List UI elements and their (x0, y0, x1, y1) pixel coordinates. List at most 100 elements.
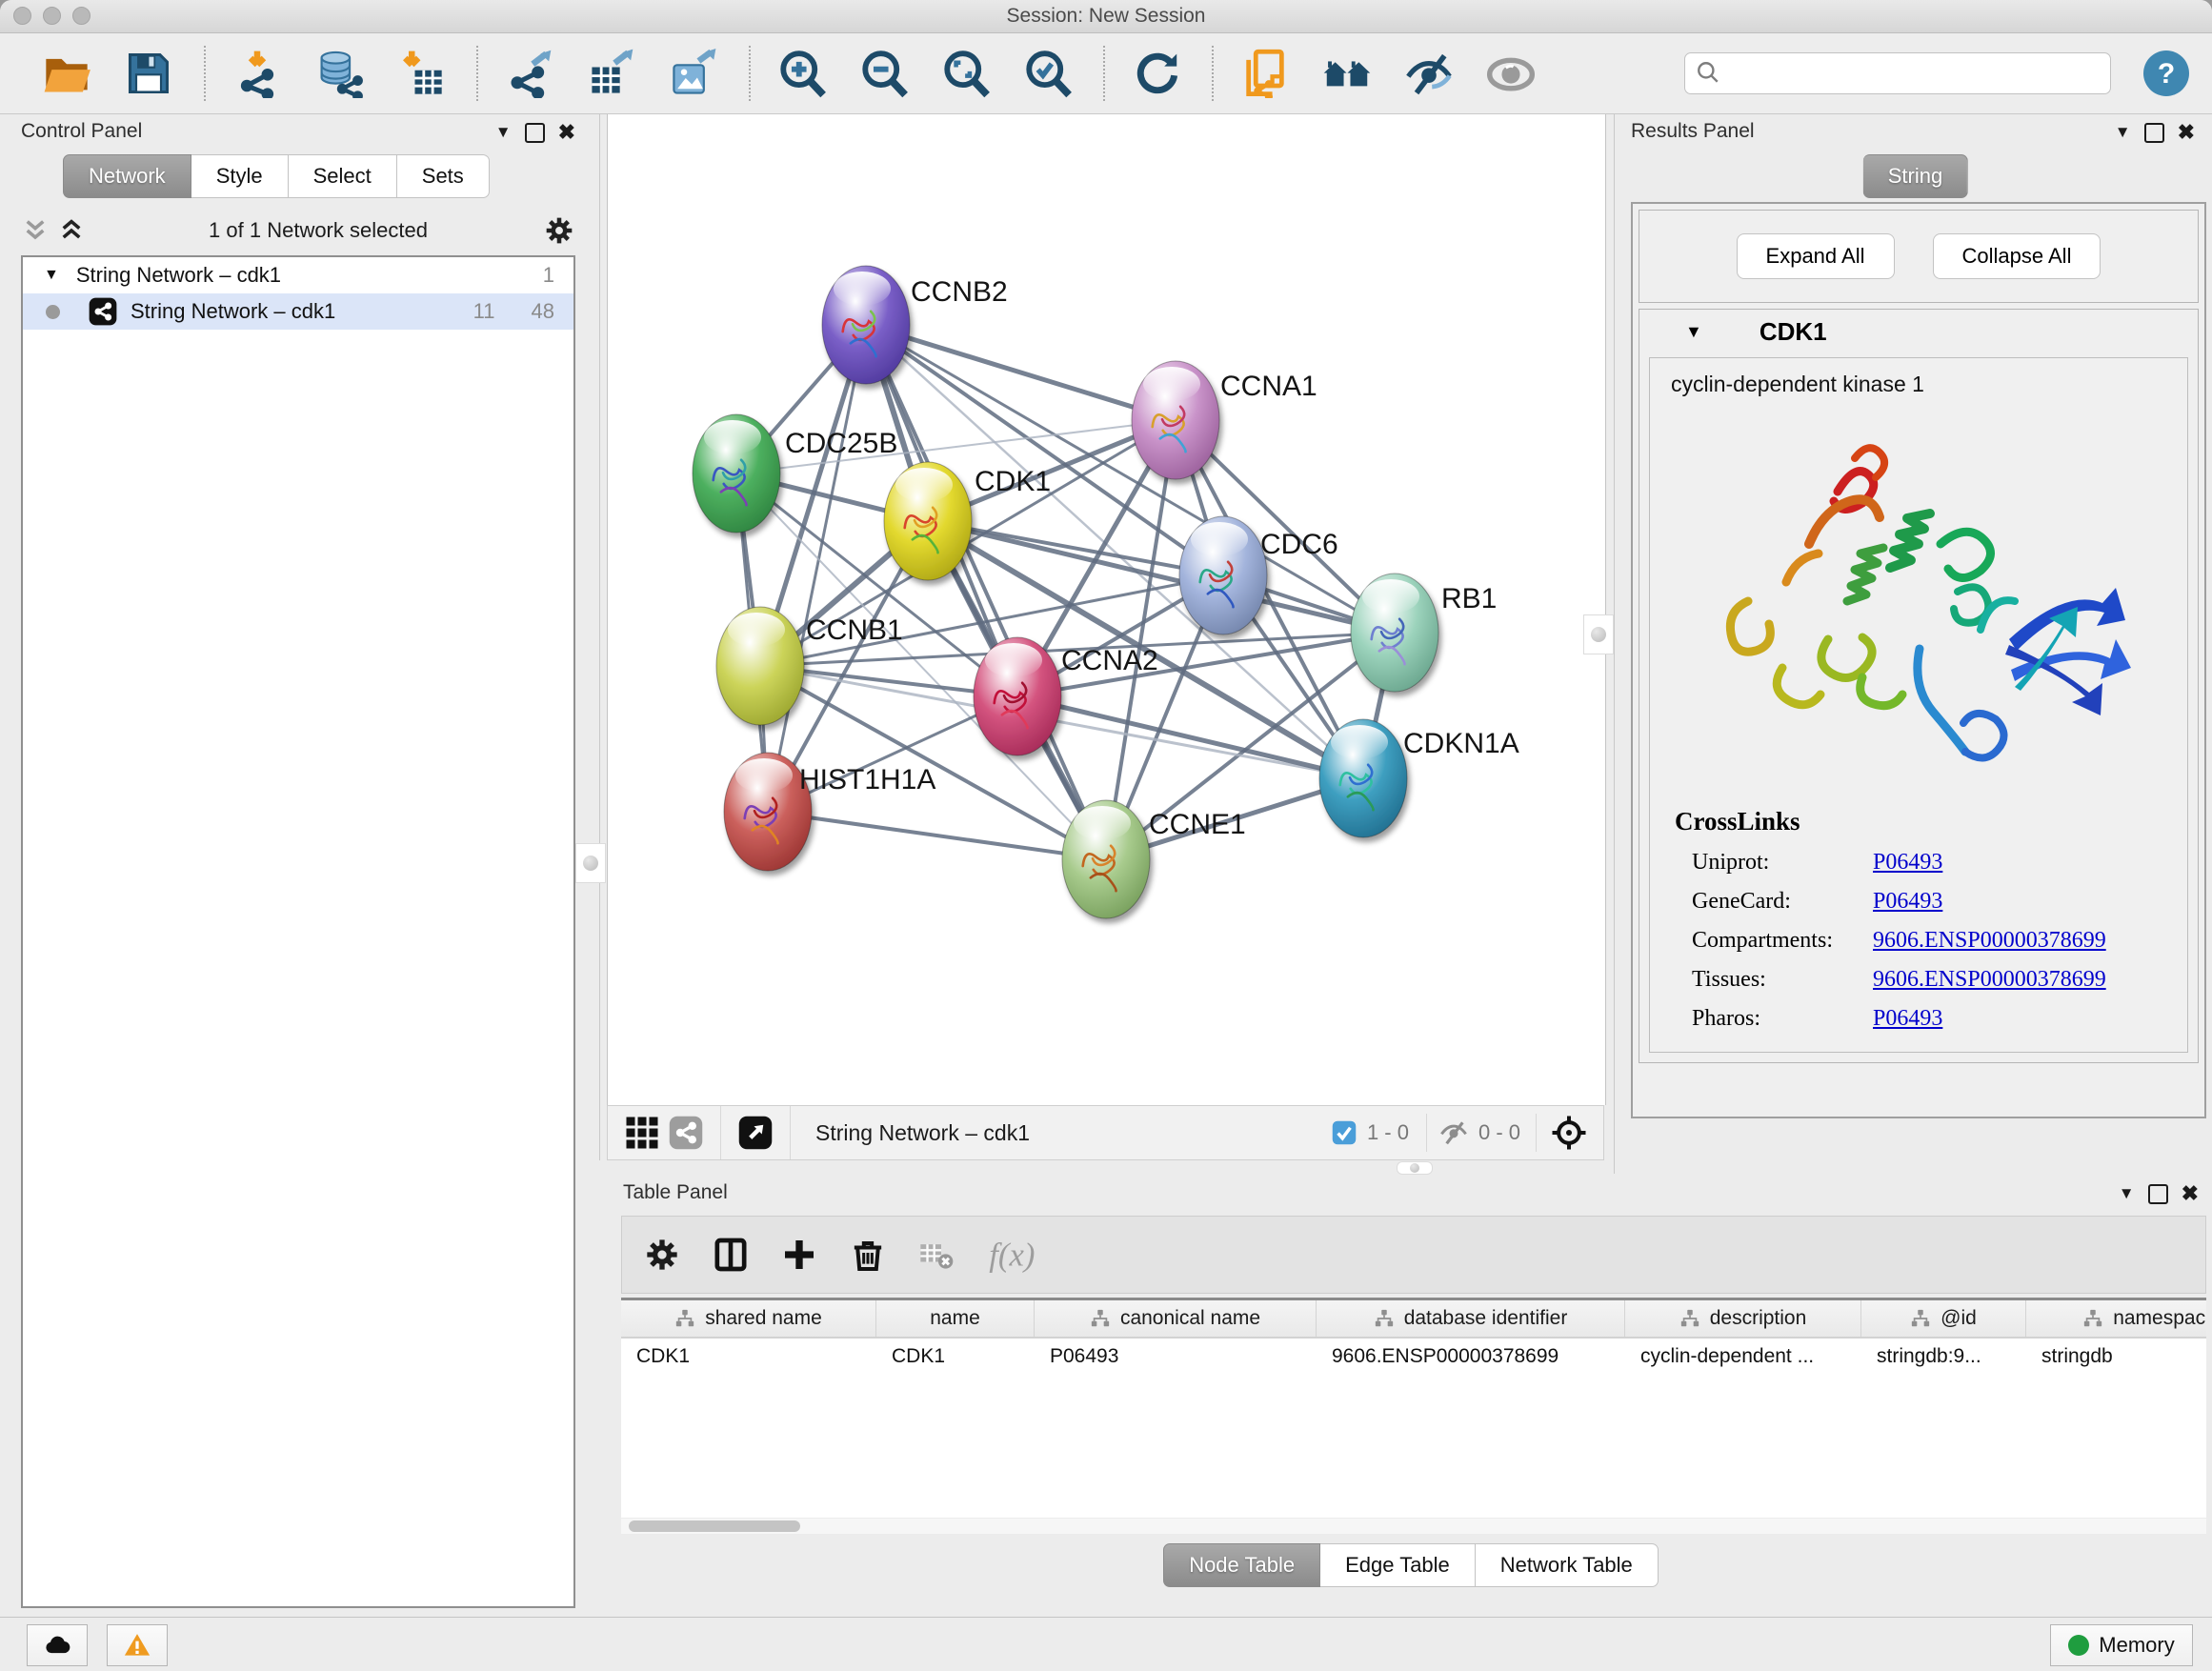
tab-edge-table[interactable]: Edge Table (1320, 1543, 1476, 1587)
table-cell[interactable]: 9606.ENSP00000378699 (1317, 1339, 1625, 1375)
network-node-CCNA1[interactable] (1132, 361, 1219, 479)
crosslink-link[interactable]: 9606.ENSP00000378699 (1873, 967, 2106, 993)
tab-string[interactable]: String (1863, 154, 1968, 198)
table-cell[interactable]: CDK1 (876, 1339, 1035, 1375)
network-node-CDC6[interactable] (1179, 516, 1267, 634)
table-cell[interactable]: stringdb (2026, 1339, 2206, 1375)
right-splitter-handle[interactable] (1583, 614, 1614, 654)
tab-node-table[interactable]: Node Table (1163, 1543, 1320, 1587)
left-splitter-handle[interactable] (575, 843, 606, 883)
column-header-description[interactable]: description (1625, 1300, 1861, 1337)
table-row[interactable]: CDK1CDK1P064939606.ENSP00000378699cyclin… (621, 1339, 2206, 1375)
results-panel-float-icon[interactable] (2144, 123, 2164, 143)
open-session-button[interactable] (40, 47, 93, 100)
expand-all-networks-icon[interactable] (21, 218, 50, 243)
zoom-in-button[interactable] (775, 47, 829, 100)
zoom-selected-button[interactable] (1021, 47, 1075, 100)
network-canvas[interactable]: CCNB2CCNA1CDC25BCDK1CDC6RB1CCNB1CCNA2CDK… (607, 114, 1606, 1105)
crosslink-link[interactable]: P06493 (1873, 850, 1942, 876)
table-options-gear-button[interactable] (643, 1234, 685, 1276)
results-panel-close-icon[interactable]: ✖ (2178, 120, 2195, 145)
network-node-CCNB1[interactable] (716, 607, 804, 725)
table-panel-menu-icon[interactable]: ▼ (2119, 1184, 2135, 1203)
results-panel-menu-icon[interactable]: ▼ (2115, 123, 2131, 142)
control-panel-menu-icon[interactable]: ▼ (495, 123, 512, 142)
crosslink-link[interactable]: P06493 (1873, 889, 1942, 915)
network-edge-HIST1H1A-CCNE1[interactable] (768, 812, 1106, 859)
birds-eye-view-icon[interactable] (738, 1116, 773, 1150)
grid-view-icon[interactable] (625, 1116, 659, 1150)
scrollbar-thumb[interactable] (629, 1520, 800, 1532)
save-session-button[interactable] (122, 47, 175, 100)
column-header-shared-name[interactable]: shared name (621, 1300, 876, 1337)
column-header-name[interactable]: name (876, 1300, 1035, 1337)
collection-expander-icon[interactable]: ▼ (44, 267, 59, 284)
crosslink-link[interactable]: 9606.ENSP00000378699 (1873, 928, 2106, 954)
import-network-from-database-button[interactable] (312, 47, 366, 100)
fit-selected-crosshair-icon[interactable] (1550, 1114, 1588, 1152)
tab-network-table[interactable]: Network Table (1476, 1543, 1659, 1587)
left-splitter[interactable] (599, 114, 600, 1160)
hidden-eye-icon[interactable] (1438, 1117, 1469, 1148)
network-options-gear-icon[interactable] (543, 214, 575, 247)
network-node-CCNB2[interactable] (822, 266, 910, 384)
create-column-button[interactable] (780, 1234, 822, 1276)
table-cell[interactable]: CDK1 (621, 1339, 876, 1375)
collapse-all-button[interactable]: Collapse All (1933, 233, 2101, 279)
network-collection-row[interactable]: ▼ String Network – cdk1 1 (23, 257, 573, 293)
table-panel-float-icon[interactable] (2148, 1184, 2168, 1204)
tab-select[interactable]: Select (289, 154, 397, 198)
zoom-out-button[interactable] (857, 47, 911, 100)
search-input[interactable] (1684, 52, 2111, 94)
network-view-icon[interactable] (669, 1116, 703, 1150)
network-edge-CCNB2-HIST1H1A[interactable] (768, 325, 866, 812)
table-horizontal-scrollbar[interactable] (621, 1519, 2206, 1534)
delete-column-button[interactable] (849, 1234, 891, 1276)
import-network-from-file-button[interactable] (231, 47, 284, 100)
column-header-@id[interactable]: @id (1861, 1300, 2026, 1337)
import-table-from-file-button[interactable] (394, 47, 448, 100)
collapse-all-networks-icon[interactable] (57, 218, 86, 243)
export-network-button[interactable] (503, 47, 556, 100)
crosslink-link[interactable]: P06493 (1873, 1006, 1942, 1032)
selected-checkbox-icon[interactable] (1331, 1119, 1357, 1146)
column-header-database-identifier[interactable]: database identifier (1317, 1300, 1625, 1337)
cloud-button[interactable] (27, 1624, 88, 1666)
node-result-header[interactable]: ▼ CDK1 (1639, 310, 2198, 353)
warnings-button[interactable] (107, 1624, 168, 1666)
help-button[interactable]: ? (2143, 50, 2189, 96)
hide-selected-button[interactable] (1402, 47, 1456, 100)
tab-style[interactable]: Style (191, 154, 289, 198)
tab-network[interactable]: Network (63, 154, 191, 198)
export-table-button[interactable] (585, 47, 638, 100)
network-node-CDKN1A[interactable] (1319, 719, 1407, 837)
export-image-button[interactable] (667, 47, 720, 100)
network-node-CCNE1[interactable] (1062, 800, 1150, 918)
network-node-CDC25B[interactable] (693, 414, 780, 533)
show-column-button[interactable] (712, 1234, 754, 1276)
node-table[interactable]: shared namenamecanonical namedatabase id… (621, 1298, 2206, 1518)
network-edge-CCNA2-CDKN1A[interactable] (1017, 696, 1363, 778)
zoom-fit-content-button[interactable] (939, 47, 993, 100)
network-node-CCNA2[interactable] (974, 637, 1061, 755)
table-panel-close-icon[interactable]: ✖ (2182, 1181, 2199, 1206)
two-houses-button[interactable] (1320, 47, 1374, 100)
node-result-expander-icon[interactable]: ▼ (1685, 322, 1702, 342)
control-panel-float-icon[interactable] (525, 123, 545, 143)
column-header-namespace[interactable]: namespace (2026, 1300, 2206, 1337)
table-cell[interactable]: stringdb:9... (1861, 1339, 2026, 1375)
network-edge-CCNB2-CCNA1[interactable] (866, 325, 1176, 420)
expand-all-button[interactable]: Expand All (1737, 233, 1895, 279)
memory-button[interactable]: Memory (2050, 1624, 2193, 1666)
network-node-CDK1[interactable] (884, 462, 972, 580)
right-splitter[interactable] (1614, 114, 1615, 1174)
horizontal-splitter-handle[interactable] (1397, 1161, 1433, 1175)
control-panel-close-icon[interactable]: ✖ (558, 120, 575, 145)
network-row-selected[interactable]: String Network – cdk1 1148 (23, 293, 573, 330)
network-node-RB1[interactable] (1351, 574, 1438, 692)
show-all-button[interactable] (1484, 47, 1538, 100)
tab-sets[interactable]: Sets (397, 154, 490, 198)
column-header-canonical-name[interactable]: canonical name (1035, 1300, 1317, 1337)
table-cell[interactable]: P06493 (1035, 1339, 1317, 1375)
table-cell[interactable]: cyclin-dependent ... (1625, 1339, 1861, 1375)
